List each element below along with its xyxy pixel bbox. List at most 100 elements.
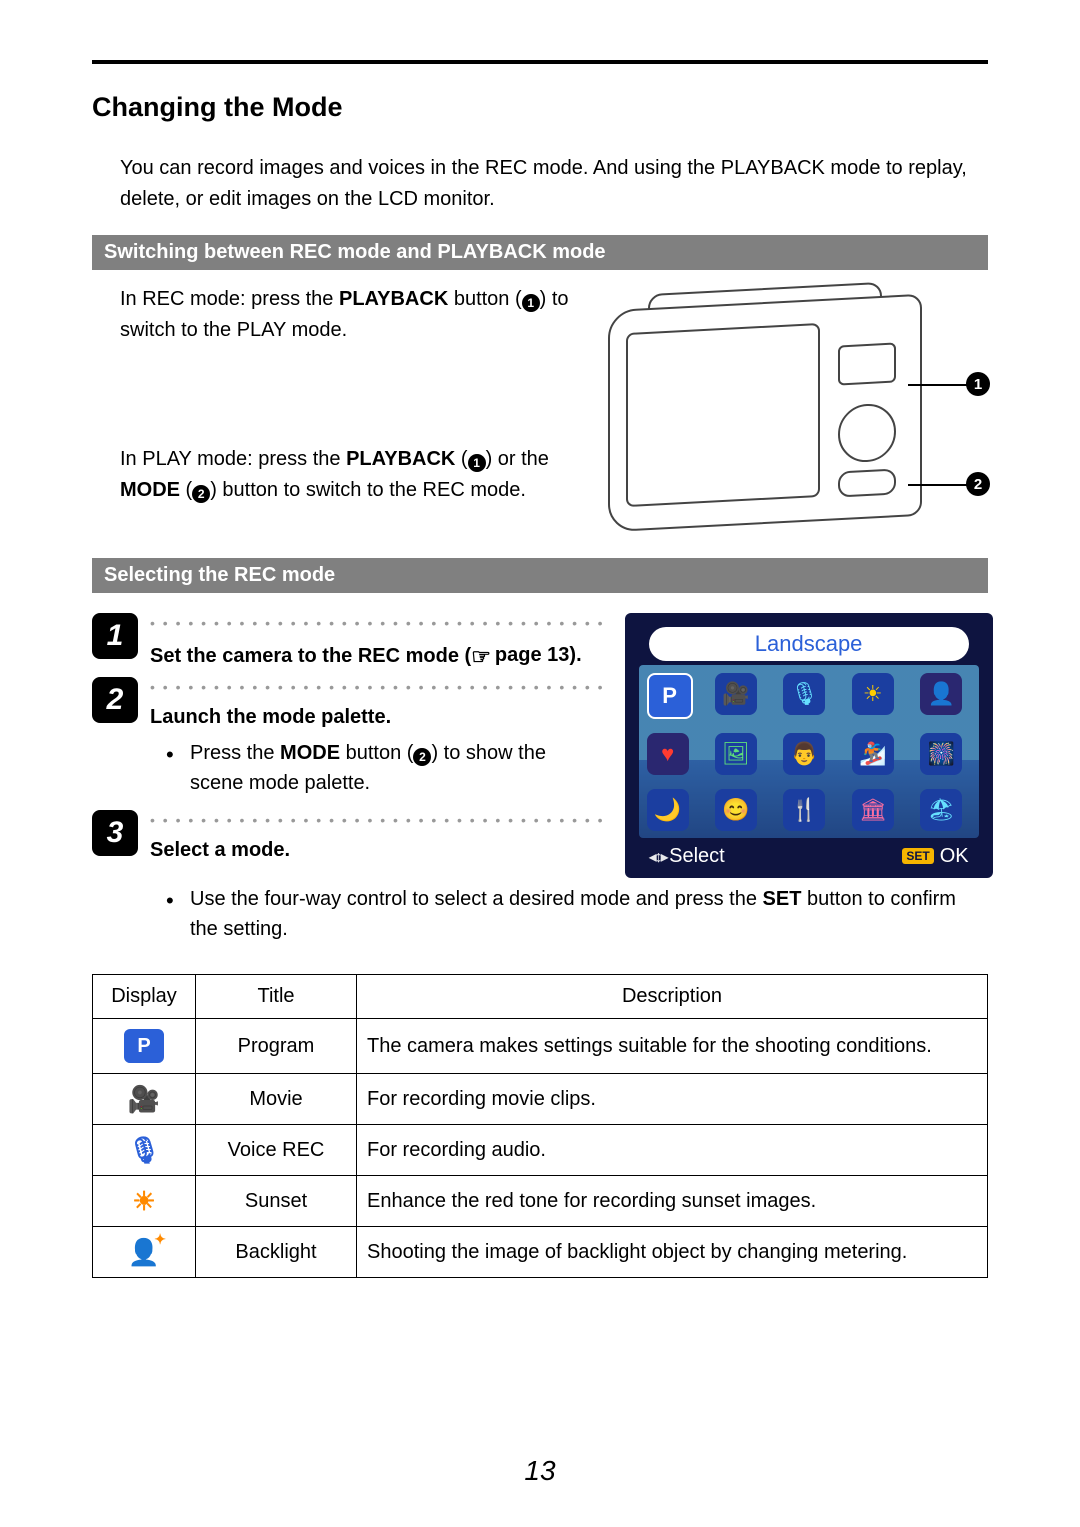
palette-qshot-icon: ♥ <box>647 733 689 775</box>
cell-display: 🎥 <box>93 1074 196 1125</box>
step-2-title: Launch the mode palette. <box>150 706 391 728</box>
palette-sunset-icon: ☀ <box>852 673 894 715</box>
palette-night-icon: 🌙 <box>647 789 689 831</box>
cell-desc: For recording audio. <box>357 1125 988 1176</box>
dotted-rule: • • • • • • • • • • • • • • • • • • • • … <box>150 810 605 831</box>
page-ref-text: page 13). <box>495 640 582 670</box>
text-frag: button ( <box>340 742 413 764</box>
step-badge-1: 1 <box>92 613 138 659</box>
palette-program-icon: P <box>647 673 693 719</box>
palette-sport-icon: 🏂 <box>852 733 894 775</box>
page-number: 13 <box>0 1455 1080 1487</box>
text-frag: button ( <box>448 288 521 310</box>
palette-fireworks-icon: 🎆 <box>920 733 962 775</box>
play-to-rec-text: In PLAY mode: press the PLAYBACK (1) or … <box>120 444 588 506</box>
intro-paragraph: You can record images and voices in the … <box>120 153 988 215</box>
rec-to-play-text: In REC mode: press the PLAYBACK button (… <box>120 284 588 346</box>
manual-page: Changing the Mode You can record images … <box>0 0 1080 1527</box>
playback-label: PLAYBACK <box>346 448 455 470</box>
callout-1: 1 <box>966 372 990 396</box>
program-icon: P <box>124 1029 164 1063</box>
step-2: 2 • • • • • • • • • • • • • • • • • • • … <box>92 677 605 804</box>
text-frag: Use the four-way control to select a des… <box>190 888 763 910</box>
palette-food-icon: 🍴 <box>783 789 825 831</box>
microphone-icon: 🎙 <box>126 1135 162 1165</box>
palette-movie-icon: 🎥 <box>715 673 757 715</box>
palette-kids-icon: 😊 <box>715 789 757 831</box>
callout-inline-2: 2 <box>192 485 210 503</box>
palette-landscape-icon: 🖼 <box>715 733 757 775</box>
cell-display: ☀ <box>93 1176 196 1227</box>
table-row: 👤 Backlight Shooting the image of backli… <box>93 1227 988 1278</box>
steps-left-column: 1 • • • • • • • • • • • • • • • • • • • … <box>92 613 605 871</box>
backlight-icon: 👤 <box>126 1237 162 1267</box>
step-1-body: • • • • • • • • • • • • • • • • • • • • … <box>150 613 605 671</box>
page-ref: ☞page 13). <box>471 638 581 671</box>
step-2-body: • • • • • • • • • • • • • • • • • • • • … <box>150 677 605 804</box>
step-1: 1 • • • • • • • • • • • • • • • • • • • … <box>92 613 605 671</box>
text-frag: In PLAY mode: press the <box>120 448 346 470</box>
cell-display: 👤 <box>93 1227 196 1278</box>
switching-block: In REC mode: press the PLAYBACK button (… <box>92 284 988 544</box>
mode-label: MODE <box>280 742 340 764</box>
cell-title: Program <box>196 1019 357 1074</box>
palette-select-label: Select <box>649 845 725 868</box>
subheader-selecting: Selecting the REC mode <box>92 558 988 593</box>
th-display: Display <box>93 975 196 1019</box>
set-label: SET <box>763 888 802 910</box>
palette-voice-icon: 🎙 <box>783 673 825 715</box>
callout-inline-1: 1 <box>468 454 486 472</box>
step-1-title: Set the camera to the REC mode ( <box>150 645 471 667</box>
th-title: Title <box>196 975 357 1019</box>
step-3-bullet: Use the four-way control to select a des… <box>150 884 988 944</box>
palette-footer: Select SETOK <box>639 839 979 868</box>
cell-title: Movie <box>196 1074 357 1125</box>
step-badge-3: 3 <box>92 810 138 856</box>
step-badge-2: 2 <box>92 677 138 723</box>
text-frag: ) button to switch to the REC mode. <box>210 479 526 501</box>
palette-backlight-icon: 👤 <box>920 673 962 715</box>
text-frag: In REC mode: press the <box>120 288 339 310</box>
switching-text: In REC mode: press the PLAYBACK button (… <box>92 284 588 524</box>
table-row: 🎙 Voice REC For recording audio. <box>93 1125 988 1176</box>
text-frag: ) or the <box>486 448 549 470</box>
movie-icon: 🎥 <box>126 1084 162 1114</box>
cell-display: 🎙 <box>93 1125 196 1176</box>
text-frag: Press the <box>190 742 280 764</box>
camera-illustration: 1 2 <box>608 284 988 544</box>
text-frag: ( <box>455 448 467 470</box>
mode-palette-screen: Landscape P 🎥 🎙 ☀ 👤 ♥ 🖼 👨 🏂 🎆 🌙 😊 🍴 🏛 🏖 <box>625 613 993 878</box>
mode-table: Display Title Description P Program The … <box>92 974 988 1278</box>
palette-portrait-icon: 👨 <box>783 733 825 775</box>
dotted-rule: • • • • • • • • • • • • • • • • • • • • … <box>150 613 605 634</box>
table-header-row: Display Title Description <box>93 975 988 1019</box>
palette-title-pill: Landscape <box>649 627 969 661</box>
palette-building-icon: 🏛 <box>852 789 894 831</box>
step-3: 3 • • • • • • • • • • • • • • • • • • • … <box>92 810 605 865</box>
steps-block: 1 • • • • • • • • • • • • • • • • • • • … <box>92 613 988 878</box>
text-frag: ( <box>180 479 192 501</box>
palette-snow-icon: 🏖 <box>920 789 962 831</box>
step-2-bullet: Press the MODE button (2) to show the sc… <box>150 738 605 798</box>
camera-mode-button-icon <box>838 468 896 497</box>
section-title: Changing the Mode <box>92 92 988 123</box>
cell-title: Voice REC <box>196 1125 357 1176</box>
cell-display: P <box>93 1019 196 1074</box>
subheader-switching: Switching between REC mode and PLAYBACK … <box>92 235 988 270</box>
step-3-title: Select a mode. <box>150 839 290 861</box>
cell-desc: Enhance the red tone for recording sunse… <box>357 1176 988 1227</box>
callout-inline-2: 2 <box>413 748 431 766</box>
hand-pointer-icon: ☞ <box>471 640 491 673</box>
callout-inline-1: 1 <box>522 294 540 312</box>
palette-ok-group: SETOK <box>902 845 968 868</box>
th-description: Description <box>357 975 988 1019</box>
playback-label: PLAYBACK <box>339 288 448 310</box>
sunset-icon: ☀ <box>126 1186 162 1216</box>
dotted-rule: • • • • • • • • • • • • • • • • • • • • … <box>150 677 605 698</box>
palette-ok-label: OK <box>940 845 969 867</box>
table-row: P Program The camera makes settings suit… <box>93 1019 988 1074</box>
cell-desc: Shooting the image of backlight object b… <box>357 1227 988 1278</box>
cell-title: Backlight <box>196 1227 357 1278</box>
cell-desc: For recording movie clips. <box>357 1074 988 1125</box>
camera-playback-button-icon <box>838 342 896 385</box>
